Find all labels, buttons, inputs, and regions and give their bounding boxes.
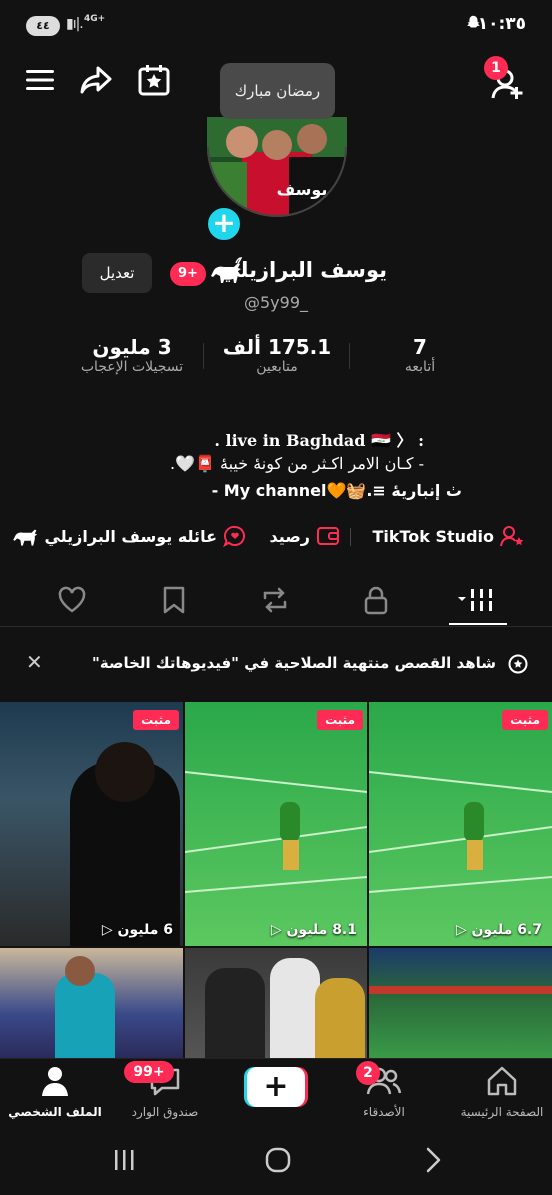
menu-icon[interactable] [20, 60, 60, 100]
signal-icon: ▮ı|. [66, 16, 84, 32]
tab-liked[interactable] [52, 583, 92, 617]
video-thumbnail[interactable]: مثبت 6.7 مليون ▷ [369, 702, 552, 946]
create-button[interactable]: + [244, 1067, 308, 1107]
video-grid: مثبت 6 مليون ▷ مثبت 8.1 مليون ▷ مثبت 6.7… [0, 702, 552, 1058]
video-thumbnail[interactable]: مثبت 8.1 مليون ▷ [185, 702, 367, 946]
back-icon[interactable] [422, 1146, 444, 1174]
stats-divider [203, 343, 204, 369]
pitch-lines [185, 771, 367, 893]
add-story-button[interactable]: + [205, 205, 243, 243]
player-figure [280, 802, 300, 842]
share-icon[interactable] [76, 60, 116, 100]
balance-link[interactable]: رصيد [270, 520, 340, 552]
ad-board [369, 986, 552, 994]
tooltip: رمضان مبارك [220, 63, 335, 119]
name-badge[interactable]: 9+ [170, 262, 206, 286]
thumb-head [65, 956, 95, 986]
edit-profile-button[interactable]: تعديل [82, 253, 152, 293]
plus-icon: + [247, 1067, 305, 1107]
home-icon [487, 1066, 517, 1096]
lock-icon [364, 586, 388, 615]
bio-line-2: - كـان الامر اكـثر من كونهٔ خيبهٔ 📮🤍. [169, 454, 424, 473]
nav-profile[interactable]: الملف الشخصي [5, 1065, 105, 1119]
bio-line-1: . live in Baghdad 🇮🇶 〉 : [214, 431, 424, 450]
tiktok-studio-link[interactable]: TikTok Studio [372, 520, 524, 552]
home-circle-icon[interactable] [264, 1146, 292, 1174]
tab-private[interactable] [356, 583, 396, 617]
pitch-lines [369, 771, 552, 893]
close-icon[interactable]: ✕ [26, 650, 43, 674]
add-friend-badge: 1 [484, 56, 508, 80]
links-divider [350, 528, 351, 546]
nav-home[interactable]: الصفحة الرئيسية [452, 1065, 552, 1119]
video-thumbnail[interactable] [185, 948, 367, 1058]
chat-heart-icon [223, 525, 245, 548]
likes-stat[interactable]: 3 مليون تسجيلات الإعجاب [62, 335, 202, 375]
network-type: 4G+ [84, 14, 106, 24]
thumb-figure [270, 958, 320, 1058]
bottom-nav: الصفحة الرئيسية الأصدقاء 2 + صندوق الوار… [0, 1058, 552, 1126]
stats-divider [349, 343, 350, 369]
player-figure [464, 802, 484, 842]
profile-name: يوسف البرازيلي [219, 258, 387, 282]
view-count: 6.7 مليون ▷ [455, 922, 542, 938]
grid-videos-icon [458, 589, 492, 611]
thumb-figure [315, 978, 365, 1058]
view-count: 8.1 مليون ▷ [270, 922, 357, 938]
status-bar: ٤٤ ▮ı|. 4G+ ١٠:٣٥ [0, 0, 552, 50]
following-stat[interactable]: 7 أتابعه [380, 335, 460, 375]
tab-favorites[interactable] [154, 583, 194, 617]
pinned-badge: مثبت [317, 710, 363, 730]
thumb-figure [55, 973, 115, 1058]
view-count: 6 مليون ▷ [101, 922, 173, 938]
thumb-figure [205, 968, 265, 1058]
content-tabs [0, 575, 552, 627]
bio-line-3: ٺ إنباريهٔ ≡.🧺🧡My channel - [211, 481, 462, 500]
thumb-head [95, 742, 155, 802]
profile-icon [42, 1067, 68, 1096]
tab-reposts[interactable] [255, 583, 295, 617]
system-nav [0, 1126, 552, 1195]
clock: ١٠:٣٥ [477, 14, 526, 34]
active-tab-indicator [449, 623, 507, 625]
avatar[interactable]: يوسف [207, 117, 347, 217]
friends-badge: 2 [356, 1061, 380, 1085]
family-link[interactable]: عائله يوسف البرازيلي [12, 520, 247, 552]
nav-friends[interactable]: الأصدقاء [334, 1065, 434, 1119]
recents-icon[interactable] [112, 1148, 136, 1172]
heart-icon [58, 586, 86, 613]
player-legs [283, 840, 299, 870]
banner-text: شاهد القصص منتهية الصلاحية في "فيديوهاتك… [92, 654, 496, 672]
story-add-icon [508, 654, 528, 674]
stories-banner[interactable]: شاهد القصص منتهية الصلاحية في "فيديوهاتك… [0, 636, 552, 692]
video-thumbnail[interactable] [0, 948, 183, 1058]
goat-icon [13, 529, 38, 546]
calendar-star-icon[interactable] [134, 60, 174, 100]
wallet-icon [317, 527, 339, 545]
player-legs [467, 840, 483, 870]
inbox-badge: 99+ [124, 1061, 174, 1083]
profile-handle: @5y99_ [243, 293, 308, 312]
followers-stat[interactable]: 175.1 ألف متابعين [212, 335, 342, 375]
studio-icon [500, 526, 524, 547]
bookmark-icon [163, 586, 185, 614]
battery-indicator: ٤٤ [26, 16, 60, 36]
svg-text:يوسف: يوسف [277, 180, 328, 199]
repost-icon [263, 587, 287, 613]
video-thumbnail[interactable] [369, 948, 552, 1058]
tab-videos[interactable] [452, 583, 502, 617]
pinned-badge: مثبت [133, 710, 179, 730]
pinned-badge: مثبت [502, 710, 548, 730]
video-thumbnail[interactable]: مثبت 6 مليون ▷ [0, 702, 183, 946]
